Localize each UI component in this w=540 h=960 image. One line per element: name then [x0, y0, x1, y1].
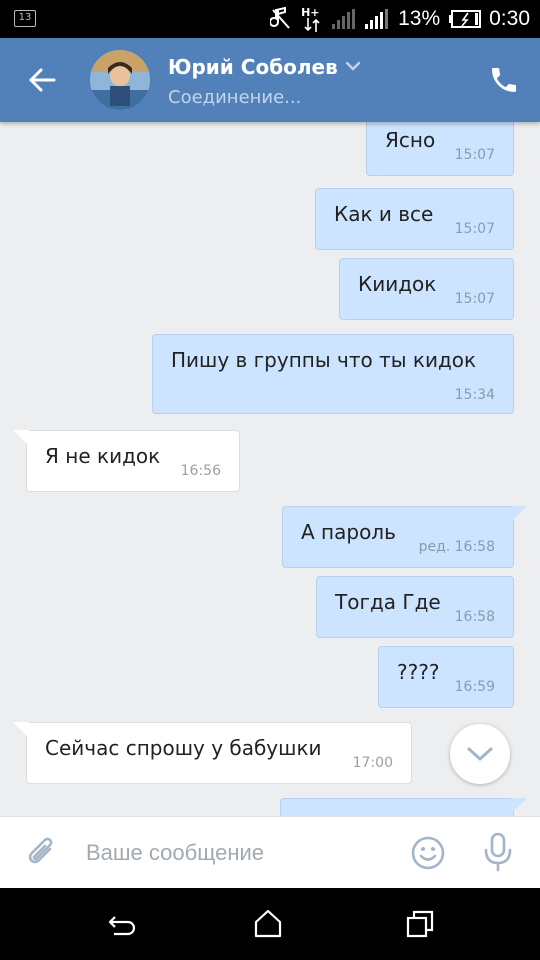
back-button[interactable] — [26, 64, 58, 96]
message-input[interactable] — [86, 835, 386, 871]
message-time-edited: ред. 16:58 — [418, 539, 495, 555]
message-bubble-outgoing-partial[interactable] — [280, 798, 527, 816]
notification-count-badge: 13 — [14, 10, 36, 27]
message-bubble-outgoing[interactable]: Тогда Где 16:58 — [316, 576, 514, 638]
bubble-tail — [13, 430, 29, 446]
system-navigation-bar — [0, 888, 540, 960]
bubble-tail — [511, 506, 527, 522]
message-text: А пароль — [301, 520, 396, 544]
network-type-icon: H+ — [301, 6, 323, 32]
system-home-button[interactable] — [252, 908, 284, 940]
chat-header: Юрий Соболев Соединение... — [0, 38, 540, 122]
microphone-icon — [484, 832, 512, 872]
attach-button[interactable] — [24, 835, 60, 871]
bubble-tail — [511, 798, 527, 814]
chevron-down-icon[interactable] — [345, 60, 361, 72]
message-text: Киидок — [358, 272, 437, 296]
muted-music-icon — [270, 7, 290, 29]
message-bubble-outgoing[interactable]: Ясно 15:07 — [366, 122, 514, 176]
message-text: Как и все — [334, 202, 434, 226]
battery-charging-icon — [449, 10, 482, 28]
message-time: 15:07 — [454, 221, 495, 237]
scroll-down-button[interactable] — [450, 724, 510, 784]
message-text: Сейчас спрошу у бабушки — [45, 736, 322, 760]
connection-status: Соединение... — [168, 87, 302, 108]
message-bubble-outgoing[interactable]: А пароль ред. 16:58 — [282, 506, 527, 568]
system-back-button[interactable] — [106, 908, 138, 940]
back-arrow-icon — [108, 916, 136, 936]
message-time: 16:59 — [454, 679, 495, 695]
message-time: 16:56 — [180, 463, 221, 479]
arrow-left-icon — [29, 68, 56, 92]
status-icons: H+ 13% 0:30 — [261, 4, 530, 34]
emoji-button[interactable] — [410, 835, 446, 871]
message-time: 17:00 — [352, 755, 393, 771]
message-bubble-incoming[interactable]: Сейчас спрошу у бабушки 17:00 — [13, 722, 412, 784]
message-bubble-outgoing[interactable]: Пишу в группы что ты кидок 15:34 — [152, 334, 514, 414]
signal-2-icon — [365, 9, 389, 29]
message-time: 15:07 — [454, 291, 495, 307]
home-icon — [254, 909, 282, 938]
message-text: Тогда Где — [335, 590, 441, 614]
message-text: ???? — [397, 660, 440, 684]
message-list[interactable]: Ясно 15:07 Как и все 15:07 Киидок 15:07 … — [0, 122, 540, 816]
microphone-button[interactable] — [480, 831, 516, 873]
message-time: 15:34 — [454, 387, 495, 403]
chevron-down-icon — [467, 747, 493, 761]
message-bubble-outgoing[interactable]: ???? 16:59 — [378, 646, 514, 708]
recents-icon — [406, 910, 434, 938]
paperclip-icon — [28, 837, 53, 864]
clock: 0:30 — [489, 7, 530, 30]
smiley-icon — [411, 836, 445, 870]
avatar-image — [90, 50, 150, 110]
message-bubble-incoming[interactable]: Я не кидок 16:56 — [13, 430, 240, 492]
message-bubble-outgoing[interactable]: Киидок 15:07 — [339, 258, 514, 320]
message-time: 16:58 — [454, 609, 495, 625]
message-text: Ясно — [385, 128, 436, 152]
message-bubble-outgoing[interactable]: Как и все 15:07 — [315, 188, 514, 250]
message-text: Пишу в группы что ты кидок — [171, 348, 477, 372]
avatar[interactable] — [90, 50, 150, 110]
phone-icon — [492, 68, 516, 92]
system-recents-button[interactable] — [404, 908, 436, 940]
contact-name[interactable]: Юрий Соболев — [168, 55, 338, 79]
signal-1-icon — [332, 9, 356, 29]
call-button[interactable] — [488, 64, 520, 96]
status-bar: 13 H+ 13% 0:30 — [0, 0, 540, 38]
message-time: 15:07 — [454, 147, 495, 163]
message-composer — [0, 816, 540, 888]
battery-percent: 13% — [398, 7, 441, 30]
message-text: Я не кидок — [45, 444, 161, 468]
bubble-tail — [13, 722, 29, 738]
